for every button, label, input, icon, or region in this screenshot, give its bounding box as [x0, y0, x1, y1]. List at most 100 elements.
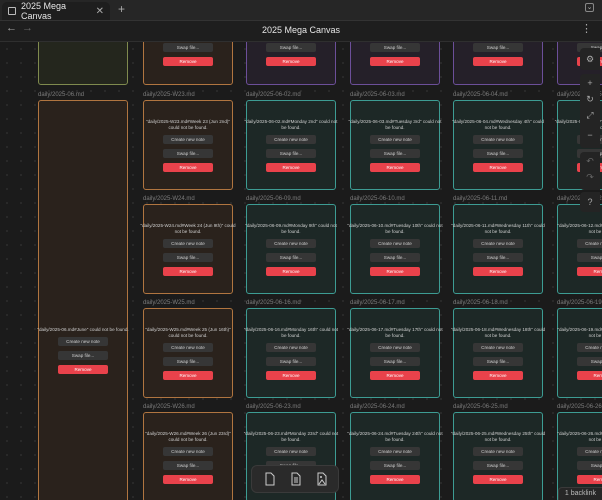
- remove-button[interactable]: Remove: [473, 163, 523, 172]
- undo-icon[interactable]: ↶: [582, 154, 598, 168]
- swap-file-button[interactable]: Swap file...: [473, 461, 523, 470]
- canvas-file-node[interactable]: "daily/2025-06.md#June" could not be fou…: [37, 100, 129, 500]
- create-new-note-button[interactable]: Create new note: [370, 135, 420, 144]
- swap-file-button[interactable]: Swap file...: [473, 253, 523, 262]
- node-file-label[interactable]: daily/2025-06-23.md: [246, 404, 301, 410]
- create-new-note-button[interactable]: Create new note: [163, 239, 213, 248]
- canvas-file-node[interactable]: "daily/2025-W24.md#Week 24 (Jun 9th)" co…: [140, 204, 236, 294]
- create-new-note-button[interactable]: Create new note: [266, 239, 316, 248]
- canvas-file-node[interactable]: "daily/2025-06-18.md#Wednesday 18th" cou…: [451, 308, 545, 398]
- remove-button[interactable]: Remove: [370, 57, 420, 66]
- create-new-note-button[interactable]: Create new note: [163, 135, 213, 144]
- node-file-label[interactable]: daily/2025-06-25.md: [453, 404, 508, 410]
- swap-file-button[interactable]: Swap file...: [473, 43, 523, 52]
- add-note-icon[interactable]: [290, 472, 302, 486]
- zoom-to-fit-icon[interactable]: ⤢: [582, 108, 598, 122]
- swap-file-button[interactable]: Swap file...: [370, 253, 420, 262]
- canvas-file-node[interactable]: "daily/2025-06-11.md#Wednesday 11th" cou…: [451, 204, 545, 294]
- node-file-label[interactable]: daily/2025-W24.md: [143, 196, 195, 202]
- swap-file-button[interactable]: Swap file...: [163, 461, 213, 470]
- create-new-note-button[interactable]: Create new note: [163, 447, 213, 456]
- remove-button[interactable]: Remove: [370, 475, 420, 484]
- canvas-file-node[interactable]: Swap file... Remove: [350, 42, 440, 85]
- node-file-label[interactable]: daily/2025-W25.md: [143, 300, 195, 306]
- redo-icon[interactable]: ↷: [582, 170, 598, 184]
- swap-file-button[interactable]: Swap file...: [163, 149, 213, 158]
- create-new-note-button[interactable]: Create new note: [370, 447, 420, 456]
- swap-file-button[interactable]: Swap file...: [577, 461, 602, 470]
- node-file-label[interactable]: daily/2025-W26.md: [143, 404, 195, 410]
- create-new-note-button[interactable]: Create new note: [473, 447, 523, 456]
- canvas-file-node[interactable]: "daily/2025-W25.md#Week 25 (Jun 16th)" c…: [143, 308, 233, 398]
- node-file-label[interactable]: daily/2025-06.md: [38, 92, 84, 98]
- remove-button[interactable]: Remove: [370, 371, 420, 380]
- create-new-note-button[interactable]: Create new note: [163, 343, 213, 352]
- canvas-file-node[interactable]: "daily/2025-06-12.md#Thursday 12th" coul…: [557, 204, 602, 294]
- remove-button[interactable]: Remove: [266, 371, 316, 380]
- zoom-in-icon[interactable]: +: [582, 76, 598, 90]
- swap-file-button[interactable]: Swap file...: [163, 253, 213, 262]
- canvas-file-node[interactable]: "daily/2025-06-24.md#Tuesday 24th" could…: [347, 412, 443, 500]
- remove-button[interactable]: Remove: [163, 371, 213, 380]
- canvas-file-node[interactable]: "daily/2025-06-25.md#Wednesday 25th" cou…: [451, 412, 545, 500]
- node-file-label[interactable]: daily/2025-06-10.md: [350, 196, 405, 202]
- swap-file-button[interactable]: Swap file...: [163, 43, 213, 52]
- swap-file-button[interactable]: Swap file...: [266, 357, 316, 366]
- new-card-icon[interactable]: [264, 472, 276, 486]
- node-file-label[interactable]: daily/2025-06-18.md: [453, 300, 508, 306]
- remove-button[interactable]: Remove: [473, 371, 523, 380]
- swap-file-button[interactable]: Swap file...: [370, 149, 420, 158]
- swap-file-button[interactable]: Swap file...: [370, 357, 420, 366]
- view-title[interactable]: 2025 Mega Canvas: [0, 25, 602, 35]
- add-media-icon[interactable]: [316, 472, 328, 486]
- more-options-icon[interactable]: ⋮: [581, 22, 592, 35]
- node-file-label[interactable]: daily/2025-06-09.md: [246, 196, 301, 202]
- node-file-label[interactable]: daily/2025-W23.md: [143, 92, 195, 98]
- tab-list-chevron-icon[interactable]: ⌄: [585, 3, 594, 12]
- canvas-file-node[interactable]: Swap file... Remove: [143, 42, 233, 85]
- create-new-note-button[interactable]: Create new note: [577, 343, 602, 352]
- swap-file-button[interactable]: Swap file...: [577, 253, 602, 262]
- remove-button[interactable]: Remove: [473, 57, 523, 66]
- remove-button[interactable]: Remove: [163, 57, 213, 66]
- canvas-file-node[interactable]: "daily/2025-W23.md#Week 23 (Jun 2nd)" co…: [143, 100, 233, 190]
- remove-button[interactable]: Remove: [163, 267, 213, 276]
- node-file-label[interactable]: daily/2025-06-26.md: [557, 404, 602, 410]
- remove-button[interactable]: Remove: [266, 57, 316, 66]
- remove-button[interactable]: Remove: [266, 163, 316, 172]
- canvas-file-node[interactable]: "daily/2025-06-04.md#Wednesday 4th" coul…: [452, 100, 544, 190]
- swap-file-button[interactable]: Swap file...: [266, 149, 316, 158]
- create-new-note-button[interactable]: Create new note: [266, 135, 316, 144]
- canvas-file-node[interactable]: "daily/2025-06-17.md#Tuesday 17th" could…: [347, 308, 443, 398]
- swap-file-button[interactable]: Swap file...: [577, 357, 602, 366]
- remove-button[interactable]: Remove: [473, 267, 523, 276]
- remove-button[interactable]: Remove: [577, 371, 602, 380]
- remove-button[interactable]: Remove: [58, 365, 108, 374]
- swap-file-button[interactable]: Swap file...: [266, 43, 316, 52]
- remove-button[interactable]: Remove: [577, 475, 602, 484]
- create-new-note-button[interactable]: Create new note: [266, 447, 316, 456]
- create-new-note-button[interactable]: Create new note: [473, 343, 523, 352]
- close-tab-icon[interactable]: ✕: [96, 6, 104, 17]
- remove-button[interactable]: Remove: [473, 475, 523, 484]
- canvas-file-node[interactable]: "daily/2025-06-03.md#Tuesday 3rd" could …: [349, 100, 441, 190]
- create-new-note-button[interactable]: Create new note: [370, 343, 420, 352]
- swap-file-button[interactable]: Swap file...: [163, 357, 213, 366]
- node-file-label[interactable]: daily/2025-06-02.md: [246, 92, 301, 98]
- canvas-file-node[interactable]: "daily/2025-W26.md#Week 26 (Jun 23rd)" c…: [143, 412, 233, 500]
- node-file-label[interactable]: daily/2025-06-11.md: [453, 196, 507, 202]
- create-new-note-button[interactable]: Create new note: [266, 343, 316, 352]
- canvas-file-node[interactable]: Swap file... Remove: [453, 42, 543, 85]
- remove-button[interactable]: Remove: [370, 163, 420, 172]
- tab-2025-mega-canvas[interactable]: 2025 Mega Canvas ✕: [2, 1, 110, 21]
- canvas-area[interactable]: Swap file... Remove Swap file... Remove Swap…: [0, 42, 602, 500]
- canvas-file-node[interactable]: [38, 42, 128, 85]
- swap-file-button[interactable]: Swap file...: [266, 253, 316, 262]
- node-file-label[interactable]: daily/2025-06-03.md: [350, 92, 405, 98]
- node-file-label[interactable]: daily/2025-06-19.md: [557, 300, 602, 306]
- node-file-label[interactable]: daily/2025-06-24.md: [350, 404, 405, 410]
- canvas-file-node[interactable]: Swap file... Remove: [246, 42, 336, 85]
- remove-button[interactable]: Remove: [577, 267, 602, 276]
- remove-button[interactable]: Remove: [370, 267, 420, 276]
- remove-button[interactable]: Remove: [163, 475, 213, 484]
